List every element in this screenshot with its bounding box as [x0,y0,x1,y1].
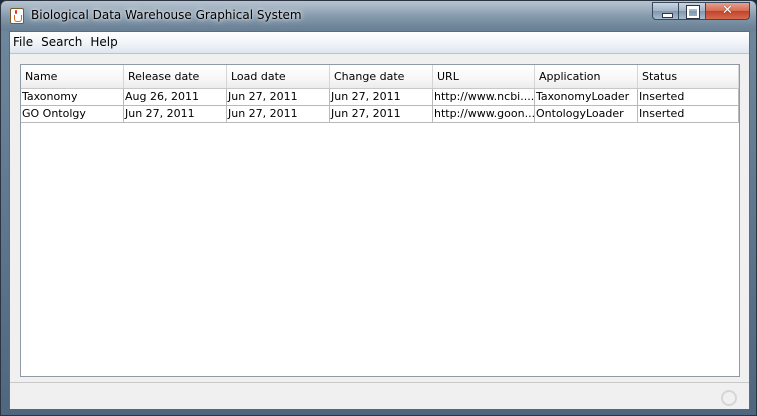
window-title: Biological Data Warehouse Graphical Syst… [31,8,302,22]
table-cell[interactable]: TaxonomyLoader [535,89,638,105]
column-header-load-date[interactable]: Load date [227,65,330,88]
menu-bar: File Search Help [10,32,749,54]
minimize-button[interactable] [652,2,679,20]
table-cell[interactable]: Inserted [638,89,739,105]
table-header: Name Release date Load date Change date … [21,65,739,89]
table-cell[interactable]: Inserted [638,106,739,122]
table-cell[interactable]: Taxonomy [21,89,124,105]
table-cell[interactable]: Jun 27, 2011 [227,106,330,122]
table-cell[interactable]: Aug 26, 2011 [124,89,227,105]
title-bar[interactable]: Biological Data Warehouse Graphical Syst… [1,1,756,31]
column-header-status[interactable]: Status [638,65,739,88]
menu-help[interactable]: Help [86,32,121,53]
window-controls: ✕ [652,2,750,21]
table-body: Taxonomy Aug 26, 2011 Jun 27, 2011 Jun 2… [21,89,739,123]
progress-spinner-icon [721,390,737,406]
column-header-url[interactable]: URL [433,65,535,88]
table-cell[interactable]: Jun 27, 2011 [227,89,330,105]
table-cell[interactable]: http://www.goon... [433,106,535,122]
data-table[interactable]: Name Release date Load date Change date … [20,64,740,377]
maximize-button[interactable] [679,2,706,20]
client-area: File Search Help Name Release date Load … [9,31,750,409]
table-cell[interactable]: http://www.ncbi.... [433,89,535,105]
table-row[interactable]: GO Ontolgy Jun 27, 2011 Jun 27, 2011 Jun… [21,106,739,123]
status-bar [10,382,749,409]
maximize-icon [686,5,700,19]
column-header-application[interactable]: Application [535,65,638,88]
table-cell[interactable]: Jun 27, 2011 [330,89,433,105]
app-window: Biological Data Warehouse Graphical Syst… [0,0,757,416]
close-icon: ✕ [722,3,733,18]
table-cell[interactable]: OntologyLoader [535,106,638,122]
minimize-icon [662,13,673,18]
menu-file[interactable]: File [10,32,37,53]
table-row[interactable]: Taxonomy Aug 26, 2011 Jun 27, 2011 Jun 2… [21,89,739,106]
close-button[interactable]: ✕ [706,2,750,20]
column-header-release-date[interactable]: Release date [124,65,227,88]
menu-search[interactable]: Search [37,32,86,53]
table-cell[interactable]: GO Ontolgy [21,106,124,122]
table-cell[interactable]: Jun 27, 2011 [124,106,227,122]
table-cell[interactable]: Jun 27, 2011 [330,106,433,122]
column-header-change-date[interactable]: Change date [330,65,433,88]
column-header-name[interactable]: Name [21,65,124,88]
java-cup-icon[interactable] [10,8,24,24]
